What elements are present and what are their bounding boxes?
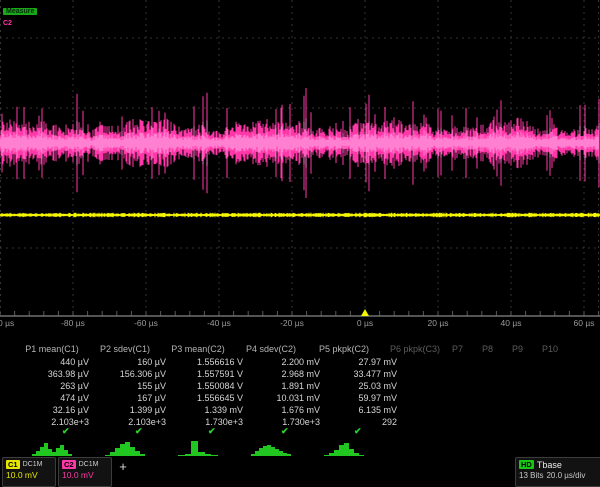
measure-table-headers: P1 mean(C1) P2 sdev(C1) P3 mean(C2) P4 sdev… (0, 344, 600, 355)
param-status-check: ✔ (281, 426, 289, 437)
c2-coupling-label: DC1M (79, 461, 99, 468)
c2-trace-tag: C2 (3, 20, 12, 27)
waveform-display (0, 0, 600, 330)
waveform-grid (0, 0, 600, 330)
add-trace-button[interactable]: + (116, 460, 130, 474)
param-value-cell: 1.676 mV (247, 405, 324, 417)
axis-tick-label: 60 µs (574, 318, 595, 328)
tbase-time-per-div: 20.0 µs/div (546, 471, 585, 480)
param-header-p3[interactable]: P3 mean(C2) (171, 344, 225, 354)
param-header-p5[interactable]: P5 pkpk(C2) (319, 344, 369, 354)
axis-tick-label: -100 µs (0, 318, 14, 328)
param-header-inactive[interactable]: P8 (482, 344, 493, 354)
param-row-1: 440 µV160 µV1.556616 V2.200 mV27.97 mV (16, 357, 401, 369)
param-value-cell: 440 µV (16, 357, 93, 369)
histicon-bar (68, 454, 72, 456)
c1-channel-chip: C1 (6, 460, 20, 469)
param-row-2: 363.98 µV156.306 µV1.557591 V2.968 mV33.… (16, 369, 401, 381)
c2-channel-chip: C2 (62, 460, 76, 469)
histicons-row (0, 438, 600, 456)
param-header-inactive[interactable]: P6 pkpk(C3) (390, 344, 440, 354)
tbase-label: Tbase (537, 460, 562, 470)
param-status-check: ✔ (354, 426, 362, 437)
param-histicon (105, 438, 145, 456)
time-axis: -100 µs -80 µs -60 µs -40 µs -20 µs 0 µs 20 µs… (0, 318, 600, 329)
trigger-position-marker[interactable] (361, 309, 369, 316)
axis-tick-label: -20 µs (280, 318, 304, 328)
axis-tick-label: 20 µs (428, 318, 449, 328)
param-header-p2[interactable]: P2 sdev(C1) (100, 344, 150, 354)
param-value-cell: 1.891 mV (247, 381, 324, 393)
axis-tick-label: -60 µs (134, 318, 158, 328)
param-histicon (178, 438, 218, 456)
hd-mode-badge: HD (519, 460, 534, 469)
param-value-cell: 1.557591 V (170, 369, 247, 381)
histicon-bar (359, 455, 364, 456)
param-header-p1[interactable]: P1 mean(C1) (25, 344, 79, 354)
param-histicon (251, 438, 291, 456)
axis-tick-label: -40 µs (207, 318, 231, 328)
histicon-bar (140, 454, 145, 456)
param-histicon (324, 438, 364, 456)
param-value-cell: 6.135 mV (324, 405, 401, 417)
param-status-check: ✔ (62, 426, 70, 437)
histicon-bar (287, 454, 291, 456)
param-value-cell: 1.339 mV (170, 405, 247, 417)
param-header-inactive[interactable]: P7 (452, 344, 463, 354)
waveform-c1[interactable] (0, 213, 599, 218)
param-histicon (32, 438, 72, 456)
param-value-cell: 474 µV (16, 393, 93, 405)
param-header-inactive[interactable]: P10 (542, 344, 558, 354)
axis-tick-label: 40 µs (501, 318, 522, 328)
timebase-descriptor[interactable]: HD Tbase 13 Bits 20.0 µs/div (515, 457, 600, 487)
param-value-cell: 155 µV (93, 381, 170, 393)
param-value-cell: 2.200 mV (247, 357, 324, 369)
param-status-check: ✔ (135, 426, 143, 437)
param-value-cell: 2.968 mV (247, 369, 324, 381)
histicon-bar (191, 441, 198, 456)
c2-volts-per-div: 10.0 mV (62, 470, 108, 481)
param-value-cell: 160 µV (93, 357, 170, 369)
c2-descriptor[interactable]: C2 DC1M 10.0 mV (58, 457, 112, 487)
param-value-cell: 263 µV (16, 381, 93, 393)
param-status-check: ✔ (208, 426, 216, 437)
c1-coupling-label: DC1M (23, 461, 43, 468)
param-value-cell: 25.03 mV (324, 381, 401, 393)
param-value-cell: 1.556645 V (170, 393, 247, 405)
measure-mode-badge[interactable]: Measure (3, 8, 37, 15)
c1-descriptor[interactable]: C1 DC1M 10.0 mV (2, 457, 56, 487)
top-left-overlay: Measure C2 (3, 4, 37, 28)
histicon-bar (198, 452, 205, 456)
measure-table: 440 µV160 µV1.556616 V2.200 mV27.97 mV36… (16, 357, 401, 429)
histicon-bar (205, 454, 212, 456)
axis-tick-label: 0 µs (357, 318, 373, 328)
param-value-cell: 363.98 µV (16, 369, 93, 381)
param-row-4: 474 µV167 µV1.556645 V10.031 mV59.97 mV (16, 393, 401, 405)
measure-status-row: ✔ ✔ ✔ ✔ ✔ (0, 426, 600, 437)
c1-volts-per-div: 10.0 mV (6, 470, 52, 481)
axis-tick-label: -80 µs (61, 318, 85, 328)
param-value-cell: 59.97 mV (324, 393, 401, 405)
param-value-cell: 27.97 mV (324, 357, 401, 369)
param-value-cell: 32.16 µV (16, 405, 93, 417)
param-value-cell: 1.556616 V (170, 357, 247, 369)
param-header-inactive[interactable]: P9 (512, 344, 523, 354)
param-header-p4[interactable]: P4 sdev(C2) (246, 344, 296, 354)
param-row-5: 32.16 µV1.399 µV1.339 mV1.676 mV6.135 mV (16, 405, 401, 417)
param-value-cell: 1.399 µV (93, 405, 170, 417)
histicon-bar (178, 455, 185, 456)
param-value-cell: 33.477 mV (324, 369, 401, 381)
histicon-bar (211, 455, 218, 456)
param-value-cell: 1.550084 V (170, 381, 247, 393)
param-value-cell: 167 µV (93, 393, 170, 405)
param-row-3: 263 µV155 µV1.550084 V1.891 mV25.03 mV (16, 381, 401, 393)
histicon-bar (185, 454, 192, 456)
tbase-bits: 13 Bits (519, 471, 543, 480)
param-value-cell: 156.306 µV (93, 369, 170, 381)
param-value-cell: 10.031 mV (247, 393, 324, 405)
